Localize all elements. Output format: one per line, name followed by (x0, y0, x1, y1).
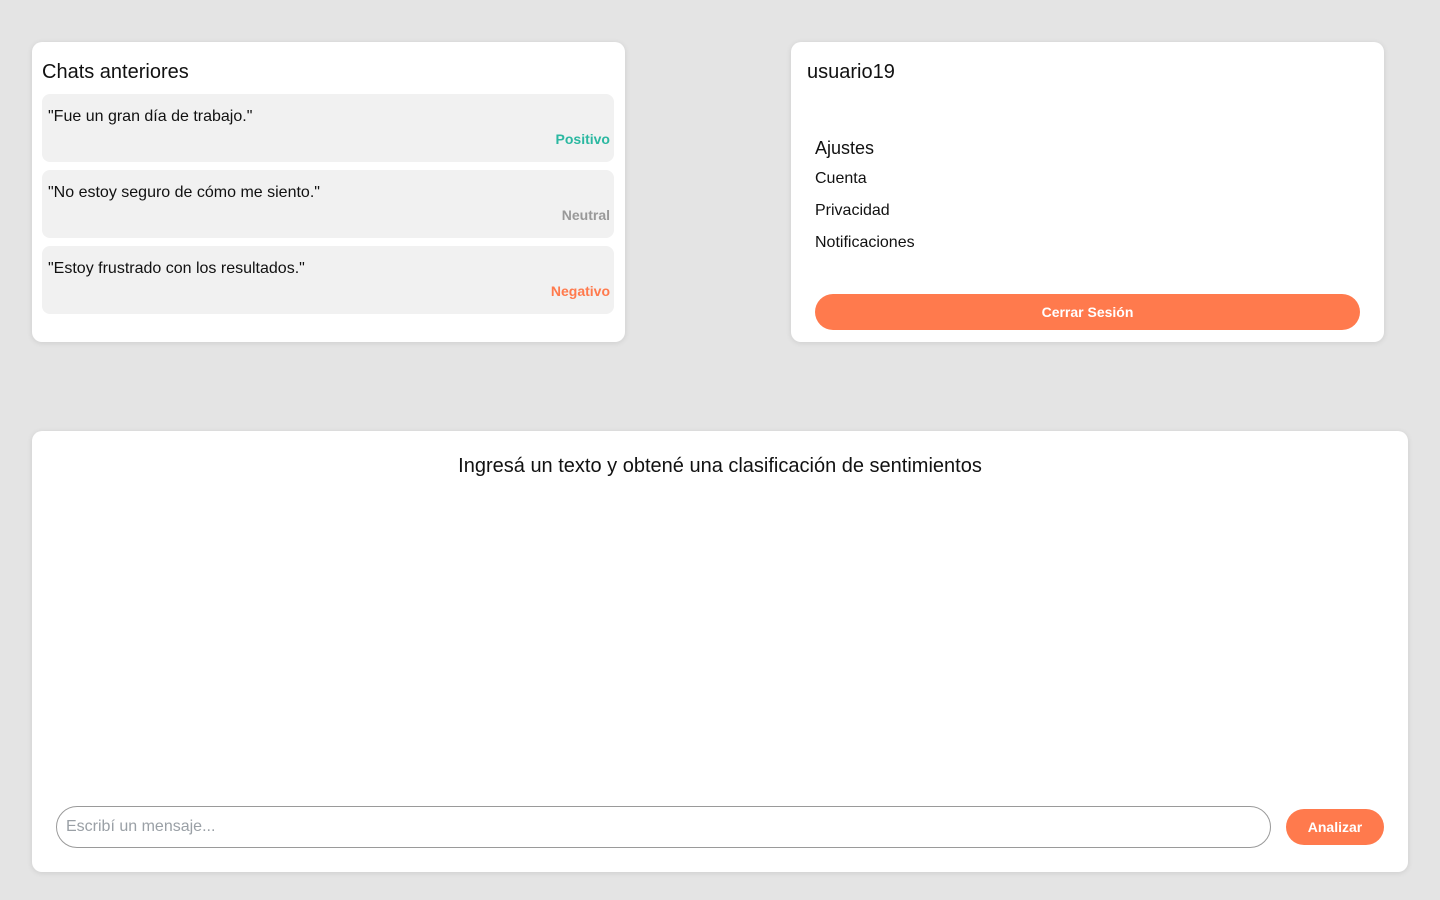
settings-item-privacy[interactable]: Privacidad (815, 202, 1360, 220)
username: usuario19 (807, 61, 895, 83)
page-title: Ingresá un texto y obtené una clasificac… (458, 455, 982, 477)
chat-history-item[interactable]: "No estoy seguro de cómo me siento." Neu… (42, 170, 614, 238)
settings-title: Ajustes (815, 138, 875, 158)
analyze-button[interactable]: Analizar (1286, 809, 1384, 845)
chat-history-item[interactable]: "Estoy frustrado con los resultados." Ne… (42, 246, 614, 314)
sentiment-label-neutral: Neutral (561, 207, 610, 223)
settings-item-account[interactable]: Cuenta (815, 170, 1360, 188)
message-input[interactable] (56, 806, 1271, 848)
chat-history-item[interactable]: "Fue un gran día de trabajo." Positivo (42, 94, 614, 162)
sentiment-label-positive: Positivo (555, 131, 610, 147)
logout-button[interactable]: Cerrar Sesión (815, 294, 1360, 330)
chat-history-text: "Estoy frustrado con los resultados." (48, 260, 305, 277)
sentiment-chat-panel: Ingresá un texto y obtené una clasificac… (32, 431, 1408, 872)
settings-item-notifications[interactable]: Notificaciones (815, 234, 1360, 252)
chat-history-title: Chats anteriores (42, 61, 189, 83)
chat-history-text: "No estoy seguro de cómo me siento." (48, 184, 320, 201)
sentiment-label-negative: Negativo (550, 283, 610, 299)
user-profile-panel: usuario19 Ajustes Cuenta Privacidad Noti… (791, 42, 1384, 342)
settings-menu: Ajustes Cuenta Privacidad Notificaciones (807, 138, 1360, 252)
chat-history-panel: Chats anteriores "Fue un gran día de tra… (32, 42, 625, 342)
chat-history-text: "Fue un gran día de trabajo." (48, 108, 253, 125)
